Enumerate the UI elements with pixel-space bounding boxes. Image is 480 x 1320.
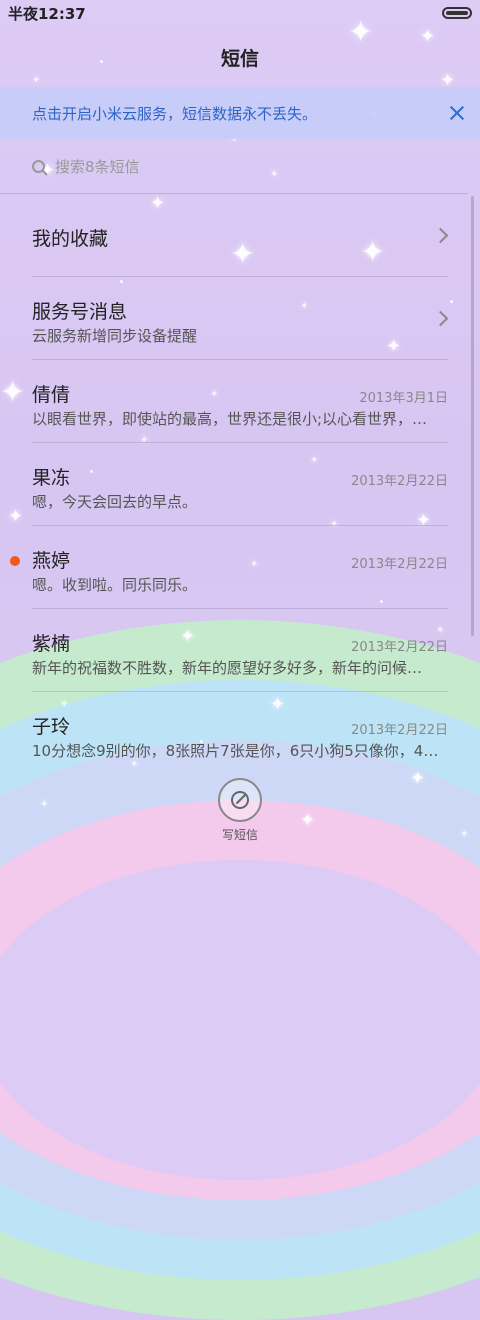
list-item-favorites[interactable]: 我的收藏 [32,194,449,277]
conversation-preview: 新年的祝福数不胜数，新年的愿望好多好多，新年的问候… [32,659,423,677]
conversation-preview: 以眼看世界，即使站的最高，世界还是很小;以心看世界，… [32,410,428,428]
list-item-service-messages[interactable]: 服务号消息 云服务新增同步设备提醒 [32,277,449,360]
conversation-name: 子玲 [32,716,71,738]
conversation-name: 果冻 [32,467,71,489]
search-placeholder: 搜索8条短信 [55,157,140,176]
conversation-name: 燕婷 [32,550,71,572]
conversation-list: 我的收藏 服务号消息 云服务新增同步设备提醒 倩倩 2013年3月1日 以眼看世… [0,194,480,775]
close-icon[interactable] [448,104,466,122]
list-item[interactable]: 倩倩 2013年3月1日 以眼看世界，即使站的最高，世界还是很小;以心看世界，… [32,360,448,443]
conversation-name: 服务号消息 [32,301,128,323]
unread-dot-icon [10,556,20,566]
conversation-date: 2013年2月22日 [351,640,448,655]
conversation-date: 2013年2月22日 [351,474,448,489]
page-title: 短信 [220,48,259,70]
conversation-date: 2013年3月1日 [359,391,448,406]
status-bar: 半夜12:37 [0,0,480,26]
status-time: 半夜12:37 [8,4,86,23]
chevron-right-icon [432,310,449,327]
compose-label[interactable]: 写短信 [0,826,480,843]
search-input[interactable]: 搜索8条短信 [16,145,464,187]
conversation-name: 紫楠 [32,633,71,655]
banner-text[interactable]: 点击开启小米云服务，短信数据永不丢失。 [32,103,448,124]
chevron-right-icon [432,227,449,244]
compose-icon [231,791,249,809]
conversation-date: 2013年2月22日 [351,723,448,738]
search-icon [32,159,45,173]
compose-button[interactable] [218,778,262,822]
list-item[interactable]: 子玲 2013年2月22日 10分想念9别的你，8张照片7张是你，6只小狗5只像… [32,692,448,775]
conversation-name: 倩倩 [32,384,71,406]
conversation-preview: 云服务新增同步设备提醒 [32,327,198,345]
battery-icon [442,7,472,19]
list-item[interactable]: 紫楠 2013年2月22日 新年的祝福数不胜数，新年的愿望好多好多，新年的问候… [32,609,448,692]
conversation-preview: 嗯。收到啦。同乐同乐。 [32,576,198,594]
conversation-preview: 10分想念9别的你，8张照片7张是你，6只小狗5只像你，4… [32,742,439,760]
conversation-date: 2013年2月22日 [351,557,448,572]
list-item[interactable]: 燕婷 2013年2月22日 嗯。收到啦。同乐同乐。 [10,526,448,609]
list-item[interactable]: 果冻 2013年2月22日 嗯，今天会回去的早点。 [32,443,448,526]
cloud-service-banner[interactable]: 点击开启小米云服务，短信数据永不丢失。 [0,87,480,139]
conversation-name: 我的收藏 [32,228,109,250]
scrollbar[interactable] [471,196,474,636]
conversation-preview: 嗯，今天会回去的早点。 [32,493,198,511]
